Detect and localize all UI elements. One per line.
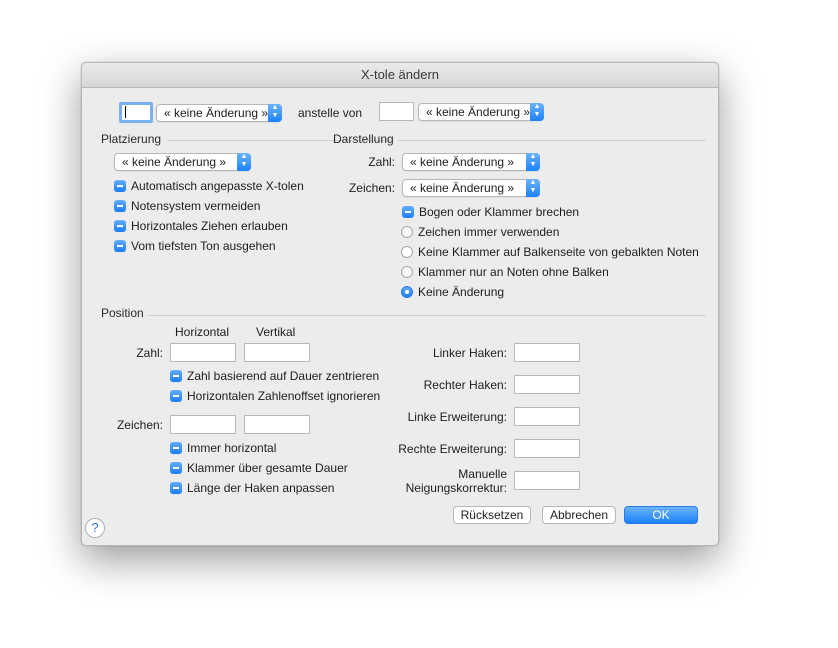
left-hook-input[interactable] <box>514 343 580 362</box>
vertical-column-label: Vertikal <box>256 325 296 339</box>
display-number-popup[interactable]: « keine Änderung » ▲ ▼ <box>402 153 540 171</box>
manual-slope-input[interactable] <box>514 471 580 490</box>
horizontal-column-label: Horizontal <box>175 325 230 339</box>
right-extension-input[interactable] <box>514 439 580 458</box>
placement-popup[interactable]: « keine Änderung » ▲ ▼ <box>114 153 251 171</box>
tuplet-number-input[interactable] <box>119 102 153 123</box>
display-number-label: Zahl: <box>368 155 395 169</box>
display-separator <box>398 140 706 141</box>
instead-of-popup[interactable]: « keine Änderung » ▲ ▼ <box>418 103 544 121</box>
position-section-title: Position <box>101 306 144 320</box>
avoid-staff-checkbox[interactable] <box>114 200 126 212</box>
chevron-updown-icon: ▲ ▼ <box>268 104 282 122</box>
manual-slope-label-line2: Neigungskorrektur: <box>405 481 507 495</box>
manual-slope-label-line1: Manuelle <box>458 467 507 481</box>
auto-tuplets-label: Automatisch angepasste X-tolen <box>131 179 304 193</box>
right-hook-input[interactable] <box>514 375 580 394</box>
popup-value: « keine Änderung » <box>164 106 269 120</box>
no-change-radio[interactable] <box>401 286 413 298</box>
text-caret <box>125 106 126 118</box>
placement-section-title: Platzierung <box>101 132 162 146</box>
auto-tuplets-checkbox[interactable] <box>114 180 126 192</box>
bracket-full-duration-checkbox[interactable] <box>170 462 182 474</box>
popup-value: « keine Änderung » <box>426 105 531 119</box>
left-extension-input[interactable] <box>514 407 580 426</box>
chevron-updown-icon: ▲ ▼ <box>526 153 540 171</box>
instead-of-label: anstelle von <box>298 106 363 120</box>
display-section-title: Darstellung <box>333 132 394 146</box>
lowest-note-checkbox[interactable] <box>114 240 126 252</box>
cancel-button[interactable]: Abbrechen <box>542 506 616 524</box>
reset-button[interactable]: Rücksetzen <box>453 506 531 524</box>
position-number-label: Zahl: <box>136 346 163 360</box>
sign-vertical-input[interactable] <box>244 415 310 434</box>
lowest-note-label: Vom tiefsten Ton ausgehen <box>131 239 276 253</box>
chevron-updown-icon: ▲ ▼ <box>237 153 251 171</box>
popup-value: « keine Änderung » <box>122 155 227 169</box>
adjust-hook-length-label: Länge der Haken anpassen <box>187 481 335 495</box>
number-vertical-input[interactable] <box>244 343 310 362</box>
position-sign-label: Zeichen: <box>116 418 163 432</box>
dialog-window: X-tole ändern « keine Änderung » ▲ ▼ anst… <box>81 62 719 546</box>
left-hook-label: Linker Haken: <box>432 346 507 360</box>
ignore-number-offset-label: Horizontalen Zahlenoffset ignorieren <box>187 389 381 403</box>
tuplet-value-popup[interactable]: « keine Änderung » ▲ ▼ <box>156 104 282 122</box>
ignore-number-offset-checkbox[interactable] <box>170 390 182 402</box>
display-sign-popup[interactable]: « keine Änderung » ▲ ▼ <box>402 179 540 197</box>
right-extension-label: Rechte Erweiterung: <box>398 442 507 456</box>
allow-horizontal-drag-label: Horizontales Ziehen erlauben <box>131 219 288 233</box>
no-bracket-beam-side-label: Keine Klammer auf Balkenseite von gebalk… <box>418 245 699 259</box>
always-horizontal-checkbox[interactable] <box>170 442 182 454</box>
no-bracket-beam-side-radio[interactable] <box>401 246 413 258</box>
chevron-updown-icon: ▲ ▼ <box>526 179 540 197</box>
number-horizontal-input[interactable] <box>170 343 236 362</box>
right-hook-label: Rechter Haken: <box>423 378 507 392</box>
always-use-sign-label: Zeichen immer verwenden <box>418 225 560 239</box>
break-bracket-checkbox[interactable] <box>402 206 414 218</box>
display-sign-label: Zeichen: <box>348 181 395 195</box>
sign-horizontal-input[interactable] <box>170 415 236 434</box>
bracket-unbeamed-label: Klammer nur an Noten ohne Balken <box>418 265 609 279</box>
position-separator <box>148 315 706 316</box>
bracket-full-duration-label: Klammer über gesamte Dauer <box>187 461 348 475</box>
always-use-sign-radio[interactable] <box>401 226 413 238</box>
chevron-updown-icon: ▲ ▼ <box>530 103 544 121</box>
ok-button[interactable]: OK <box>624 506 698 524</box>
allow-horizontal-drag-checkbox[interactable] <box>114 220 126 232</box>
center-number-checkbox[interactable] <box>170 370 182 382</box>
left-extension-label: Linke Erweiterung: <box>407 410 507 424</box>
window-title: X-tole ändern <box>82 63 718 88</box>
no-change-label: Keine Änderung <box>418 285 505 299</box>
adjust-hook-length-checkbox[interactable] <box>170 482 182 494</box>
break-bracket-label: Bogen oder Klammer brechen <box>419 205 580 219</box>
bracket-unbeamed-radio[interactable] <box>401 266 413 278</box>
center-number-label: Zahl basierend auf Dauer zentrieren <box>187 369 380 383</box>
popup-value: « keine Änderung » <box>410 155 515 169</box>
help-icon[interactable]: ? <box>85 518 105 538</box>
popup-value: « keine Änderung » <box>410 181 515 195</box>
always-horizontal-label: Immer horizontal <box>187 441 277 455</box>
avoid-staff-label: Notensystem vermeiden <box>131 199 261 213</box>
instead-of-input[interactable] <box>379 102 414 121</box>
